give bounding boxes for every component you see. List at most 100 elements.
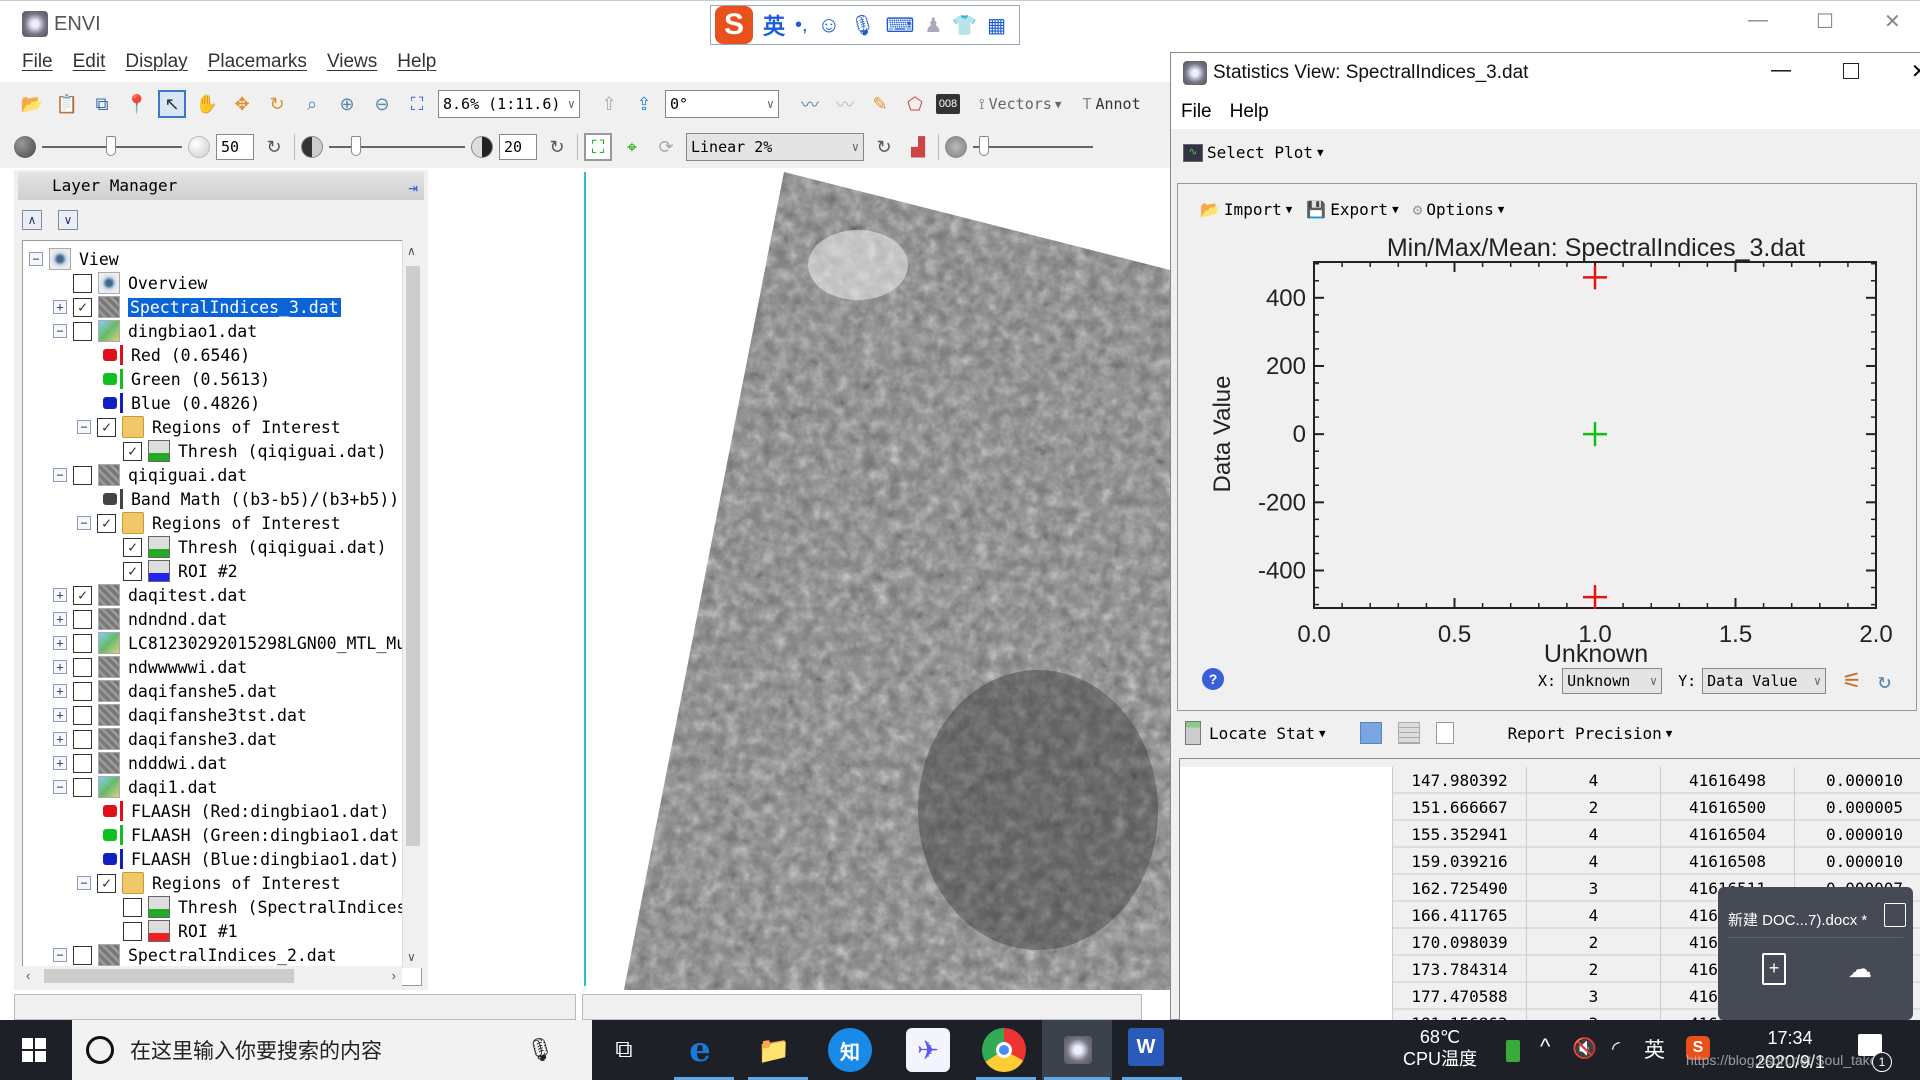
layer-tree-item[interactable]: − qiqiguai.dat bbox=[53, 463, 247, 487]
show-hidden-icons-chevron-icon[interactable]: ^ bbox=[1540, 1034, 1550, 1060]
expand-icon[interactable]: + bbox=[53, 636, 67, 650]
layer-visibility-checkbox[interactable] bbox=[73, 273, 92, 293]
image-view[interactable] bbox=[438, 170, 1170, 990]
layer-tree-item[interactable]: − ✓ Regions of Interest bbox=[77, 871, 341, 895]
layer-visibility-checkbox[interactable] bbox=[73, 729, 92, 749]
placemark-icon[interactable]: 📍 bbox=[123, 90, 151, 118]
layer-visibility-checkbox[interactable] bbox=[73, 321, 92, 341]
layer-label[interactable]: qiqiguai.dat bbox=[128, 466, 247, 485]
layer-tree-item[interactable]: + ndddwi.dat bbox=[53, 751, 227, 775]
word-icon[interactable]: W bbox=[1128, 1028, 1164, 1066]
rotation-combo[interactable]: 0° ∨ bbox=[665, 90, 779, 118]
layer-visibility-checkbox[interactable]: ✓ bbox=[97, 873, 116, 893]
scroll-down-icon[interactable]: ∨ bbox=[407, 950, 416, 964]
layer-visibility-checkbox[interactable] bbox=[73, 945, 92, 965]
layer-label[interactable]: dingbiao1.dat bbox=[128, 322, 257, 341]
layer-tree-item[interactable]: + ndndnd.dat bbox=[53, 607, 227, 631]
stats-menu-help[interactable]: Help bbox=[1230, 101, 1269, 123]
stats-minimize-button[interactable]: — bbox=[1771, 59, 1791, 82]
collapse-icon[interactable]: − bbox=[53, 948, 67, 962]
tree-horizontal-scroll-thumb[interactable] bbox=[44, 969, 294, 983]
layer-visibility-checkbox[interactable]: ✓ bbox=[97, 417, 116, 437]
volume-muted-icon[interactable]: 🔇 bbox=[1572, 1036, 1597, 1061]
layer-tree-item[interactable]: + ndwwwwwi.dat bbox=[53, 655, 247, 679]
layer-label[interactable]: FLAASH (Blue:dingbiao1.dat) ( bbox=[131, 850, 419, 869]
layer-visibility-checkbox[interactable] bbox=[123, 921, 142, 941]
undock-icon[interactable]: ⇥ bbox=[408, 174, 418, 202]
raster-image[interactable] bbox=[438, 170, 1170, 990]
layer-label[interactable]: View bbox=[79, 250, 119, 269]
doc-settings-icon[interactable] bbox=[1884, 903, 1906, 927]
layer-visibility-checkbox[interactable] bbox=[73, 753, 92, 773]
expand-icon[interactable]: + bbox=[53, 612, 67, 626]
data-manager-icon[interactable]: 📋 bbox=[53, 90, 81, 118]
layer-tree-item[interactable]: + ✓ daqitest.dat bbox=[53, 583, 247, 607]
ime-language-indicator[interactable]: 英 bbox=[1644, 1034, 1665, 1064]
collapse-icon[interactable]: − bbox=[77, 516, 91, 530]
taskbar-search-box[interactable]: 在这里输入你要搜索的内容 🎙 bbox=[72, 1020, 592, 1080]
ime-toolbar[interactable]: S 英 •, ☺ 🎙 ⌨ ♟ 👕 ▦ bbox=[710, 5, 1020, 45]
layer-label[interactable]: SpectralIndices_2.dat bbox=[128, 946, 337, 965]
minimize-button[interactable]: — bbox=[1748, 9, 1768, 32]
microphone-icon[interactable]: 🎙 bbox=[850, 13, 875, 38]
layer-tree-item[interactable]: ✓ Thresh (qiqiguai.dat) bbox=[103, 535, 387, 559]
collapse-icon[interactable]: − bbox=[77, 876, 91, 890]
stats-maximize-button[interactable] bbox=[1843, 63, 1859, 79]
user-icon[interactable]: ♟ bbox=[924, 13, 942, 38]
layer-label[interactable]: daqifanshe5.dat bbox=[128, 682, 277, 701]
rotate-north-icon[interactable]: ⇪ bbox=[630, 90, 658, 118]
layer-label[interactable]: Band Math ((b3-b5)/(b3+b5)) bbox=[131, 490, 399, 509]
contrast-input[interactable]: 20 bbox=[499, 134, 537, 160]
stats-close-button[interactable]: ✕ bbox=[1911, 59, 1920, 84]
layer-tree-item[interactable]: ✓ ROI #2 bbox=[103, 559, 238, 583]
plot-style-icon[interactable]: ⚟ bbox=[1842, 669, 1862, 694]
help-icon[interactable]: ? bbox=[1202, 668, 1224, 690]
scroll-right-icon[interactable]: › bbox=[392, 968, 396, 983]
layer-label[interactable]: Overview bbox=[128, 274, 207, 293]
chrome-icon[interactable] bbox=[982, 1028, 1026, 1072]
layer-visibility-checkbox[interactable]: ✓ bbox=[123, 561, 142, 581]
y-axis-select[interactable]: Data Value ∨ bbox=[1702, 668, 1827, 694]
keyboard-icon[interactable]: ⌨ bbox=[885, 13, 914, 38]
menu-edit[interactable]: Edit bbox=[73, 51, 106, 73]
brightness-slider-thumb[interactable] bbox=[106, 136, 116, 156]
layer-visibility-checkbox[interactable] bbox=[73, 609, 92, 629]
expand-icon[interactable]: + bbox=[53, 300, 67, 314]
zoom-combo[interactable]: 8.6% (1:11.6) ∨ bbox=[438, 90, 580, 118]
scroll-left-icon[interactable]: ‹ bbox=[26, 968, 30, 983]
layer-tree-item[interactable]: + daqifanshe3.dat bbox=[53, 727, 277, 751]
edge-browser-icon[interactable]: e bbox=[678, 1028, 722, 1072]
menu-help[interactable]: Help bbox=[397, 51, 436, 73]
expand-icon[interactable]: + bbox=[53, 708, 67, 722]
table-view-icon[interactable] bbox=[1359, 722, 1382, 744]
stats-menu-file[interactable]: File bbox=[1181, 101, 1212, 123]
locate-stat-button[interactable]: Locate Stat ▼ bbox=[1185, 721, 1326, 745]
select-plot-button[interactable]: ∿ Select Plot ▼ bbox=[1183, 143, 1324, 162]
layer-tree-item[interactable]: − SpectralIndices_2.dat bbox=[53, 943, 337, 967]
rotate-icon[interactable]: ↻ bbox=[263, 90, 291, 118]
layer-label[interactable]: FLAASH (Red:dingbiao1.dat) (C bbox=[131, 802, 419, 821]
layer-label[interactable]: SpectralIndices_3.dat bbox=[128, 297, 341, 317]
collapse-icon[interactable]: − bbox=[77, 420, 91, 434]
zoom-box-icon[interactable]: ⌕ bbox=[298, 90, 326, 118]
layer-visibility-checkbox[interactable]: ✓ bbox=[73, 297, 92, 317]
layer-visibility-checkbox[interactable] bbox=[73, 633, 92, 653]
expand-icon[interactable]: + bbox=[53, 588, 67, 602]
zoom-in-icon[interactable]: ⊕ bbox=[333, 90, 361, 118]
contrast-slider[interactable] bbox=[329, 136, 465, 156]
layer-label[interactable]: FLAASH (Green:dingbiao1.dat) bbox=[131, 826, 409, 845]
wechat-share-icon[interactable]: ☁ bbox=[1848, 955, 1872, 984]
envi-taskbar-active[interactable] bbox=[1042, 1020, 1112, 1080]
expand-icon[interactable]: + bbox=[53, 732, 67, 746]
tree-vertical-scrollbar[interactable]: ∧ ∨ bbox=[402, 240, 422, 968]
layer-label[interactable]: Blue (0.4826) bbox=[131, 394, 260, 413]
stretch-view-icon[interactable]: ⛶ bbox=[584, 133, 612, 161]
maximize-button[interactable]: ☐ bbox=[1816, 9, 1834, 34]
reset-brightness-icon[interactable]: ↻ bbox=[260, 133, 288, 161]
tree-vertical-scroll-thumb[interactable] bbox=[406, 266, 420, 846]
layer-visibility-checkbox[interactable] bbox=[123, 897, 142, 917]
usb-device-icon[interactable] bbox=[1506, 1040, 1520, 1062]
layer-visibility-checkbox[interactable] bbox=[73, 705, 92, 725]
brightness-slider[interactable] bbox=[42, 136, 182, 156]
refresh-stretch-icon[interactable]: ↻ bbox=[870, 133, 898, 161]
